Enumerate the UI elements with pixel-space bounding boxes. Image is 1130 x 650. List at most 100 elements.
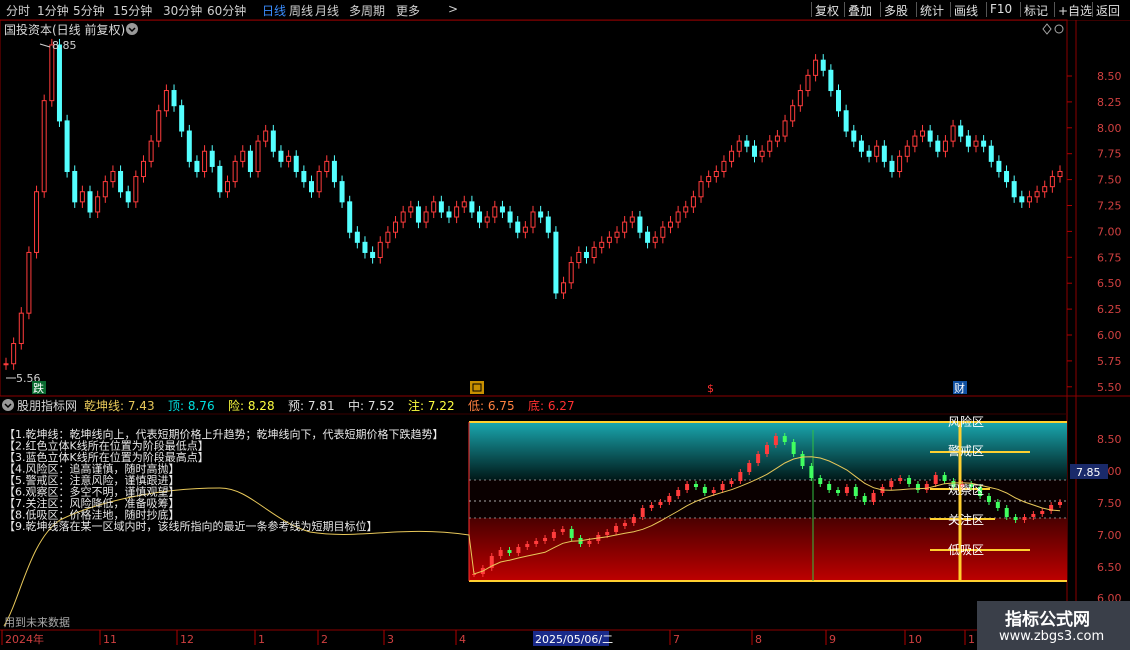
indicator-candle-body — [516, 547, 521, 553]
marker-hui[interactable] — [470, 381, 484, 394]
candle-body — [316, 170, 322, 193]
candle-body — [660, 226, 666, 238]
time-label-4: 2 — [321, 633, 328, 646]
candle-body — [606, 236, 612, 243]
indicator-candle-body — [622, 523, 627, 526]
candle-body — [477, 211, 483, 223]
time-label-11: 1 — [968, 633, 975, 646]
indicator-notes: 【1.乾坤线：乾坤线向上，代表短期价格上升趋势；乾坤线向下，代表短期价格下跌趋势… — [4, 427, 444, 533]
candle-body — [904, 145, 910, 157]
candle-body — [1004, 170, 1010, 183]
marker-die[interactable]: 跌 — [32, 381, 46, 395]
indicator-name: 股朋指标网 — [17, 398, 77, 413]
chart-title: 国投资本(日线 前复权) — [4, 22, 125, 37]
candle-body — [858, 140, 864, 152]
candle-body — [102, 181, 108, 198]
watermark-badge: 指标公式网 www.zbgs3.com — [977, 601, 1130, 650]
indicator-candle-body — [889, 481, 894, 487]
main-y-tick-label: 6.00 — [1097, 329, 1122, 342]
indicator-candle-body — [995, 502, 1000, 508]
note-line-8: 【9.乾坤线落在某一区域内时，该线所指向的最近一条参考线为短期目标位】 — [4, 519, 378, 533]
candle-body — [942, 140, 948, 152]
main-y-axis: 8.50 8.25 8.00 7.75 7.50 7.25 7.00 6.75 6.50 6.25… — [1067, 70, 1122, 394]
candle-body — [347, 201, 353, 233]
indicator-candle-body — [614, 526, 619, 532]
indicator-candle-body — [844, 487, 849, 493]
candle-body — [583, 251, 589, 259]
candle-body — [125, 191, 131, 203]
candle-body — [538, 211, 544, 218]
indicator-candle-body — [800, 454, 805, 466]
candle-body — [622, 221, 628, 233]
indicator-settings-icon[interactable] — [2, 399, 14, 411]
indicator-y-tick-label: 7.00 — [1097, 529, 1122, 542]
indicator-y-tick-label: 7.50 — [1097, 497, 1122, 510]
candle-body — [958, 125, 964, 137]
candle-body — [843, 110, 849, 132]
watermark-title: 指标公式网 — [1005, 610, 1090, 630]
zone-label-0: 风险区 — [948, 414, 984, 429]
candle-body — [988, 145, 994, 162]
candle-body — [492, 206, 498, 218]
marker-cai[interactable]: 财 — [953, 381, 967, 395]
candle-body — [209, 150, 215, 167]
chevron-down-icon[interactable] — [126, 23, 138, 35]
indicator-candle-body — [498, 550, 503, 556]
indicator-candle-body — [560, 529, 565, 532]
time-label-9: 9 — [829, 633, 836, 646]
indicator-candle-body — [649, 505, 654, 508]
time-label-3: 1 — [258, 633, 265, 646]
candle-body — [324, 160, 330, 172]
candle-body — [133, 176, 139, 203]
candle-body — [965, 135, 971, 147]
candle-body — [881, 145, 887, 162]
candle-body — [217, 165, 223, 193]
candle-body — [293, 155, 299, 172]
selected-date-label: 2025/05/06/二 — [535, 633, 613, 646]
indicator-candle-body — [827, 484, 832, 490]
indicator-candle-body — [933, 475, 938, 484]
candle-body — [202, 150, 208, 172]
marker-dollar[interactable]: $ — [707, 382, 714, 395]
high-price-label: 8.85 — [52, 39, 77, 52]
candle-body — [759, 150, 765, 157]
candle-body — [41, 100, 47, 193]
candle-body — [232, 160, 238, 183]
candle-body — [851, 130, 857, 142]
candle-body — [782, 120, 788, 137]
candle-body — [278, 150, 284, 162]
indicator-value-5: 注: 7.22 — [408, 398, 455, 413]
candle-body — [774, 135, 780, 142]
candle-body — [331, 160, 337, 183]
indicator-candle-body — [1040, 511, 1045, 514]
candle-body — [240, 150, 246, 162]
candle-body — [690, 196, 696, 208]
main-y-tick-label: 6.75 — [1097, 251, 1122, 264]
diamond-icon[interactable] — [1042, 23, 1052, 35]
candle-body — [1019, 196, 1025, 203]
candle-body — [645, 231, 651, 243]
indicator-candle-body — [1013, 517, 1018, 520]
main-y-tick-label: 8.25 — [1097, 96, 1122, 109]
candle-body — [408, 206, 414, 213]
candle-body — [415, 206, 421, 223]
candle-body — [362, 241, 368, 253]
indicator-candle-body — [711, 490, 716, 493]
indicator-candle-body — [667, 496, 672, 502]
indicator-candle-body — [525, 544, 530, 547]
candle-body — [431, 201, 437, 213]
indicator-candle-body — [747, 463, 752, 472]
indicator-candle-body — [756, 454, 761, 463]
indicator-candle-body — [862, 496, 867, 502]
indicator-value-1: 顶: 8.76 — [168, 399, 215, 413]
circle-icon[interactable] — [1054, 24, 1064, 34]
indicator-candle-body — [1058, 502, 1062, 505]
indicator-candle-body — [818, 478, 823, 484]
indicator-value-6: 低: 6.75 — [468, 399, 515, 413]
candle-body — [49, 44, 55, 102]
time-label-10: 10 — [908, 633, 922, 646]
candle-body — [499, 206, 505, 213]
indicator-candle-body — [729, 481, 734, 484]
candle-body — [950, 125, 956, 142]
candle-body — [72, 170, 78, 203]
